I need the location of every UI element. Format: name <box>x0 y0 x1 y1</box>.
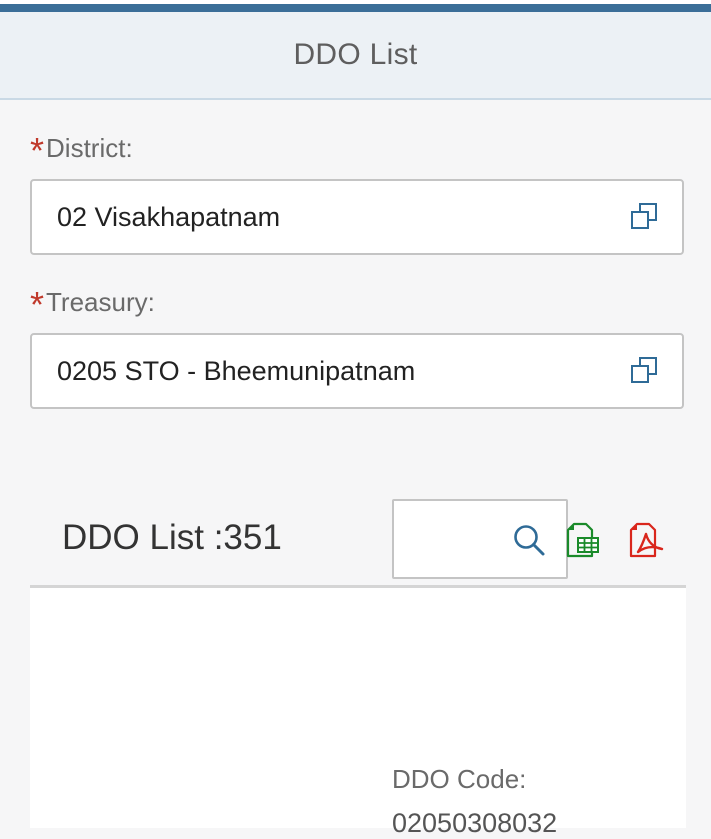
required-asterisk: * <box>30 284 45 325</box>
district-field[interactable]: 02 Visakhapatnam <box>30 179 684 255</box>
treasury-value-help-icon[interactable] <box>630 356 660 386</box>
top-accent <box>0 0 711 12</box>
search-input[interactable] <box>402 511 514 569</box>
district-value: 02 Visakhapatnam <box>57 201 281 232</box>
treasury-field[interactable]: 0205 STO - Bheemunipatnam <box>30 333 684 409</box>
treasury-label: *Treasury: <box>30 284 155 326</box>
treasury-value: 0205 STO - Bheemunipatnam <box>57 355 416 386</box>
search-icon[interactable] <box>512 523 546 557</box>
district-label: *District: <box>30 130 133 172</box>
search-field[interactable] <box>392 499 568 579</box>
ddo-code-label: DDO Code: <box>392 764 527 794</box>
ddo-list-panel: DDO Code: 02050308032 <box>30 588 686 838</box>
accent-bar <box>0 4 711 12</box>
pdf-export-icon[interactable] <box>628 522 664 558</box>
district-label-text: District: <box>46 133 133 163</box>
treasury-label-text: Treasury: <box>46 287 155 317</box>
page-header: DDO List <box>0 12 711 100</box>
page-title: DDO List <box>293 38 418 71</box>
ddo-code-value: 02050308032 <box>392 808 558 838</box>
excel-export-icon[interactable] <box>565 522 601 558</box>
ddo-list-title: DDO List :351 <box>62 518 282 557</box>
required-asterisk: * <box>30 130 45 171</box>
district-value-help-icon[interactable] <box>630 202 660 232</box>
